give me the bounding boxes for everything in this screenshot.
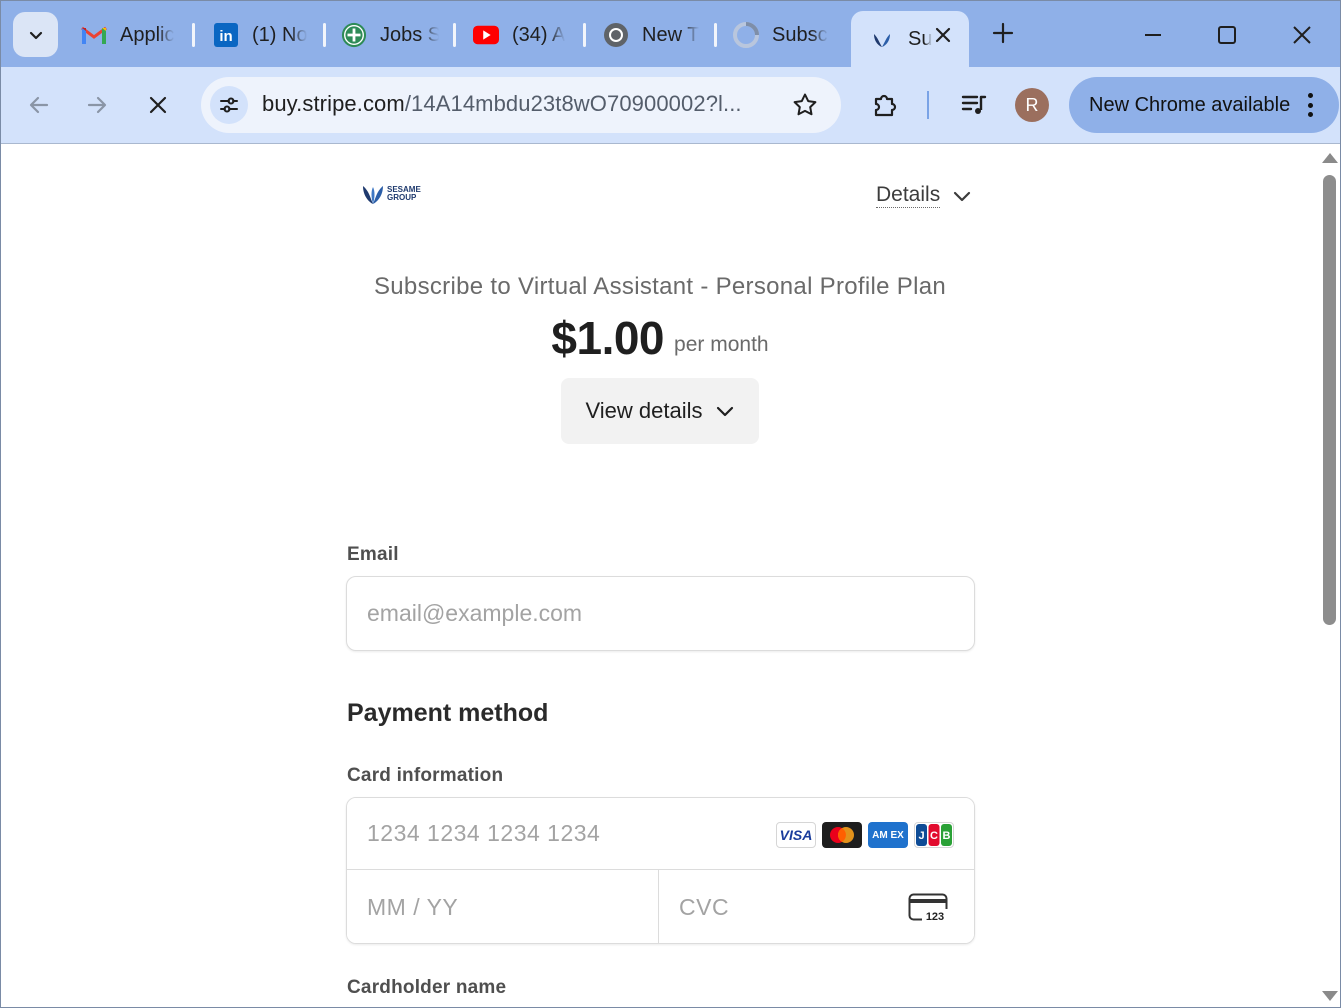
- minimize-button[interactable]: [1133, 15, 1173, 55]
- email-input[interactable]: [346, 576, 975, 651]
- card-information-group: VISA AM EX JCB 123: [346, 797, 975, 944]
- browser-toolbar: buy.stripe.com/14A14mbdu23t8wO70900002?l…: [1, 67, 1340, 144]
- details-label: Details: [876, 183, 941, 208]
- close-icon: [149, 96, 167, 114]
- tab-jobs[interactable]: Jobs S: [341, 13, 439, 57]
- scroll-up-arrow[interactable]: [1322, 153, 1338, 163]
- toolbar-divider: [927, 91, 929, 119]
- chrome-update-button[interactable]: New Chrome available: [1069, 77, 1339, 133]
- svg-text:B: B: [943, 830, 951, 842]
- gmail-icon: [81, 22, 107, 48]
- tab-gmail[interactable]: Applic: [81, 13, 177, 57]
- close-icon: [1293, 26, 1311, 44]
- address-bar[interactable]: buy.stripe.com/14A14mbdu23t8wO70900002?l…: [201, 77, 841, 133]
- browser-window: Applic in (1) No Jobs S (34) A New T Sub…: [0, 0, 1341, 1008]
- sesame-icon: [869, 26, 895, 52]
- tab-separator: [714, 23, 717, 47]
- profile-avatar[interactable]: R: [1015, 88, 1049, 122]
- chrome-icon: [603, 22, 629, 48]
- page-scrollbar[interactable]: [1319, 145, 1340, 1007]
- media-controls-button[interactable]: [956, 87, 992, 123]
- scroll-thumb[interactable]: [1323, 175, 1336, 625]
- plus-icon: [992, 22, 1014, 44]
- loading-icon: [733, 22, 759, 48]
- window-close-button[interactable]: [1282, 15, 1322, 55]
- checkout-page: SESAME GROUP Details Subscribe to Virtua…: [1, 145, 1319, 1007]
- close-icon: [935, 27, 951, 43]
- visa-icon: VISA: [776, 822, 816, 848]
- maximize-button[interactable]: [1207, 15, 1247, 55]
- stop-loading-button[interactable]: [138, 85, 178, 125]
- youtube-icon: [473, 22, 499, 48]
- jobs-icon: [341, 22, 367, 48]
- card-information-label: Card information: [347, 765, 504, 786]
- url-text: buy.stripe.com/14A14mbdu23t8wO70900002?l…: [262, 91, 742, 117]
- amex-icon: AM EX: [868, 822, 908, 848]
- tab-separator: [453, 23, 456, 47]
- linkedin-icon: in: [213, 22, 239, 48]
- tab-subscribe-loading[interactable]: Subsc: [733, 13, 831, 57]
- more-menu-icon[interactable]: [1307, 93, 1313, 117]
- puzzle-icon: [874, 94, 897, 117]
- view-details-label: View details: [585, 398, 703, 423]
- forward-button[interactable]: [77, 85, 117, 125]
- music-queue-icon: [961, 95, 987, 114]
- payment-method-title: Payment method: [347, 699, 549, 727]
- email-label: Email: [347, 544, 399, 565]
- tab-strip: Applic in (1) No Jobs S (34) A New T Sub…: [1, 1, 1340, 67]
- svg-text:C: C: [930, 830, 938, 842]
- card-expiry-input[interactable]: [347, 870, 659, 943]
- chevron-down-icon: [29, 31, 42, 39]
- url-path: /14A14mbdu23t8wO70900002?l...: [404, 91, 742, 116]
- tab-linkedin[interactable]: in (1) No: [213, 13, 307, 57]
- site-info-button[interactable]: [210, 86, 248, 124]
- arrow-right-icon: [87, 96, 107, 114]
- cvc-card-icon: 123: [908, 893, 949, 923]
- tab-youtube[interactable]: (34) A: [473, 13, 569, 57]
- mastercard-icon: [822, 822, 862, 848]
- sesame-leaf-icon: [363, 186, 383, 204]
- tab-new-tab[interactable]: New T: [603, 13, 699, 57]
- details-toggle[interactable]: Details: [876, 183, 972, 208]
- scroll-down-arrow[interactable]: [1322, 991, 1338, 1001]
- star-icon: [793, 93, 817, 116]
- update-label: New Chrome available: [1089, 93, 1291, 116]
- url-host: buy.stripe.com: [262, 91, 405, 116]
- tab-stripe-active[interactable]: Su: [851, 11, 969, 67]
- minimize-icon: [1145, 34, 1161, 36]
- tab-separator: [323, 23, 326, 47]
- tab-search-button[interactable]: [13, 12, 58, 57]
- price-amount: $1.00: [551, 312, 665, 364]
- tab-separator: [192, 23, 195, 47]
- tab-separator: [583, 23, 586, 47]
- price-interval: per month: [674, 333, 769, 356]
- jcb-icon: JCB: [914, 822, 954, 848]
- tab-close-button[interactable]: [931, 23, 955, 47]
- view-details-button[interactable]: View details: [561, 378, 759, 444]
- new-tab-button[interactable]: [985, 15, 1021, 51]
- svg-text:J: J: [918, 830, 924, 842]
- cardholder-name-label: Cardholder name: [347, 977, 507, 998]
- tune-icon: [220, 97, 238, 113]
- chevron-down-icon: [954, 191, 971, 201]
- svg-text:in: in: [219, 28, 232, 45]
- maximize-icon: [1218, 26, 1236, 44]
- cvc-icon-text: 123: [926, 911, 944, 923]
- chevron-down-icon: [716, 406, 733, 417]
- back-button[interactable]: [19, 85, 59, 125]
- logo-text-line2: GROUP: [387, 193, 417, 202]
- bookmark-button[interactable]: [791, 91, 819, 119]
- product-title: Subscribe to Virtual Assistant - Persona…: [373, 273, 947, 300]
- extensions-button[interactable]: [867, 87, 903, 123]
- profile-initial: R: [1025, 94, 1039, 115]
- card-brands: VISA AM EX JCB: [776, 822, 954, 848]
- price-row: $1.00 per month: [1, 311, 1319, 365]
- sesame-group-logo: SESAME GROUP: [361, 183, 421, 205]
- arrow-left-icon: [29, 96, 49, 114]
